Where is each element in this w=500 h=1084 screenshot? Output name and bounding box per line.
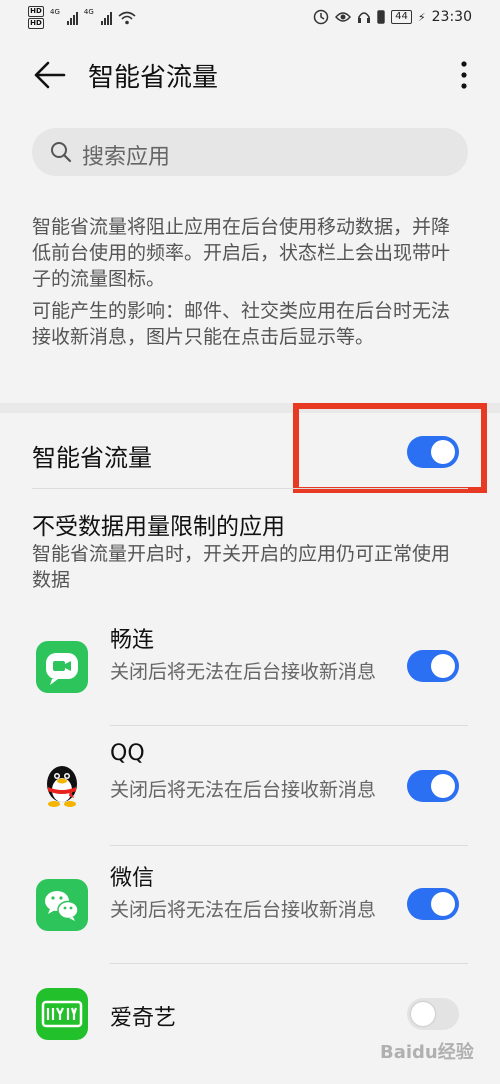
status-left: HD HD 4G 4G	[28, 6, 136, 29]
alarm-icon	[313, 9, 329, 25]
toggle-knob	[431, 654, 455, 678]
highlight-box	[293, 403, 487, 493]
more-options-icon[interactable]	[456, 59, 472, 91]
signal-icon	[66, 11, 78, 25]
vibrate-icon	[377, 10, 385, 24]
video-call-icon	[46, 653, 78, 685]
network-type-2: 4G	[83, 7, 94, 16]
search-input[interactable]: 搜索应用	[82, 139, 170, 171]
page-title: 智能省流量	[88, 63, 219, 93]
qq-penguin-icon	[36, 760, 88, 812]
wechat-app-icon	[36, 879, 88, 931]
search-bar[interactable]: 搜索应用	[32, 128, 468, 176]
feature-description: 智能省流量将阻止应用在后台使用移动数据，并降低前台使用的频率。开启后，状态栏上会…	[32, 216, 451, 290]
signal-icon-2	[100, 11, 112, 25]
title-bar: 智能省流量	[0, 45, 500, 105]
toggle-knob	[411, 1002, 435, 1026]
penguin-icon	[47, 766, 77, 807]
app-subtitle: 关闭后将无法在后台接收新消息	[110, 779, 377, 801]
app-toggle[interactable]	[407, 998, 459, 1030]
charging-icon: ⚡	[417, 10, 426, 24]
iqiyi-app-icon	[36, 988, 88, 1040]
clock: 23:30	[431, 9, 472, 25]
hd-badge-1: HD	[28, 6, 44, 17]
wifi-icon	[118, 11, 136, 24]
app-name: 爱奇艺	[110, 1006, 177, 1031]
eye-icon	[335, 12, 352, 22]
status-right: 44 ⚡ 23:30	[313, 9, 472, 25]
app-toggle[interactable]	[407, 650, 459, 682]
headphone-icon	[358, 12, 371, 23]
hd-badge-2: HD	[28, 18, 44, 29]
hd-badges: HD HD	[28, 6, 44, 29]
toggle-knob	[431, 892, 455, 916]
status-bar: HD HD 4G 4G 44 ⚡ 23:30	[0, 0, 500, 36]
impact-description: 可能产生的影响：邮件、社交类应用在后台时无法接收新消息，图片只能在点击后显示等。	[32, 300, 451, 348]
network-type-1: 4G	[50, 7, 60, 16]
divider	[110, 963, 468, 964]
search-icon	[51, 142, 72, 163]
app-toggle[interactable]	[407, 888, 459, 920]
main-toggle-label: 智能省流量	[32, 444, 152, 472]
app-subtitle: 关闭后将无法在后台接收新消息	[110, 661, 377, 683]
divider	[32, 488, 468, 489]
app-name: QQ	[110, 741, 145, 766]
iqiyi-logo-icon	[41, 1000, 83, 1028]
divider	[110, 725, 468, 726]
battery-level: 44	[391, 10, 412, 24]
app-name: 微信	[110, 866, 155, 891]
app-name: 畅连	[110, 628, 155, 653]
back-arrow-icon[interactable]	[32, 59, 68, 91]
divider	[110, 845, 468, 846]
app-toggle[interactable]	[407, 770, 459, 802]
watermark: Baidu经验	[380, 1042, 474, 1063]
app-subtitle: 关闭后将无法在后台接收新消息	[110, 899, 377, 921]
toggle-knob	[431, 774, 455, 798]
unrestricted-apps-subtitle: 智能省流量开启时，开关开启的应用仍可正常使用数据	[32, 543, 451, 591]
changlian-app-icon	[36, 641, 88, 693]
wechat-bubbles-icon	[45, 891, 79, 921]
unrestricted-apps-title: 不受数据用量限制的应用	[32, 514, 285, 540]
